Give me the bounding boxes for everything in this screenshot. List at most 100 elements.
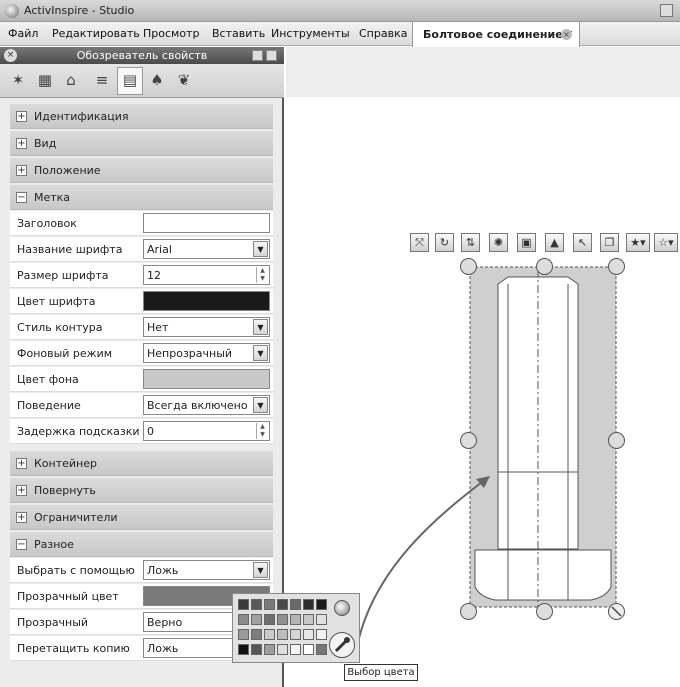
dropdown-arrow-icon[interactable]: ▼: [253, 319, 268, 335]
color-swatch[interactable]: [290, 614, 301, 625]
resize-handle-top[interactable]: [536, 258, 553, 275]
dropdown-arrow-icon[interactable]: ▼: [253, 345, 268, 361]
font-name-select[interactable]: Arial ▼: [143, 239, 270, 259]
color-swatch[interactable]: [303, 614, 314, 625]
color-swatch[interactable]: [303, 599, 314, 610]
behavior-select[interactable]: Всегда включено ▼: [143, 395, 270, 415]
color-swatch[interactable]: [290, 599, 301, 610]
font-color-swatch[interactable]: [143, 291, 270, 311]
panel-dock-icon[interactable]: [266, 50, 277, 61]
color-swatch[interactable]: [238, 644, 249, 655]
font-size-stepper[interactable]: 12 ▲ ▼: [143, 265, 270, 285]
prop-label: Задержка подсказки (мс: [17, 425, 143, 438]
category-label: Идентификация: [34, 110, 129, 123]
notes-icon[interactable]: ≡: [93, 71, 111, 89]
close-window-icon[interactable]: [660, 4, 673, 17]
expand-icon[interactable]: +: [16, 111, 27, 122]
prop-background-color: Цвет фона: [10, 367, 273, 392]
category-container[interactable]: + Контейнер: [10, 451, 273, 476]
category-identification[interactable]: + Идентификация: [10, 104, 273, 129]
resize-handle-right[interactable]: [608, 432, 625, 449]
outline-style-select[interactable]: Нет ▼: [143, 317, 270, 337]
resize-handle-bottom-left[interactable]: [460, 603, 477, 620]
color-swatch[interactable]: [251, 599, 262, 610]
menu-tools[interactable]: Инструменты: [271, 27, 350, 40]
color-swatch[interactable]: [277, 599, 288, 610]
properties-icon[interactable]: ▤: [121, 71, 139, 89]
menu-file[interactable]: Файл: [8, 27, 38, 40]
menu-edit[interactable]: Редактировать: [52, 27, 140, 40]
brush-icon[interactable]: ❦: [175, 71, 193, 89]
resize-handle-left[interactable]: [460, 432, 477, 449]
dropdown-arrow-icon[interactable]: ▼: [253, 562, 268, 578]
color-swatch[interactable]: [238, 629, 249, 640]
color-swatch[interactable]: [277, 629, 288, 640]
expand-icon[interactable]: +: [16, 458, 27, 469]
color-swatch[interactable]: [303, 644, 314, 655]
panel-pin-icon[interactable]: [252, 50, 263, 61]
dropdown-arrow-icon[interactable]: ▼: [253, 397, 268, 413]
category-misc[interactable]: − Разное: [10, 532, 273, 557]
color-swatch[interactable]: [251, 614, 262, 625]
category-label-section[interactable]: − Метка: [10, 185, 273, 210]
color-swatch[interactable]: [251, 629, 262, 640]
resize-handle-bottom[interactable]: [536, 603, 553, 620]
browser-icon[interactable]: ⌂: [62, 71, 80, 89]
background-color-swatch[interactable]: [143, 369, 270, 389]
category-rotate[interactable]: + Повернуть: [10, 478, 273, 503]
expand-icon[interactable]: +: [16, 165, 27, 176]
expand-icon[interactable]: +: [16, 512, 27, 523]
resize-handle-top-left[interactable]: [460, 258, 477, 275]
color-swatch[interactable]: [290, 644, 301, 655]
color-swatch[interactable]: [251, 644, 262, 655]
color-swatch[interactable]: [303, 629, 314, 640]
color-picker-tooltip: Выбор цвета: [344, 664, 418, 681]
color-swatch[interactable]: [316, 629, 327, 640]
prop-label: Прозрачный цвет: [17, 590, 119, 603]
category-restrictors[interactable]: + Ограничители: [10, 505, 273, 530]
expand-icon[interactable]: +: [16, 138, 27, 149]
pin-icon[interactable]: ♠: [148, 71, 166, 89]
menu-help[interactable]: Справка: [359, 27, 407, 40]
color-swatch[interactable]: [277, 644, 288, 655]
tab-close-icon[interactable]: ×: [561, 29, 572, 40]
tooltip-delay-stepper[interactable]: 0 ▲ ▼: [143, 421, 270, 441]
panel-header: × Обозреватель свойств: [0, 47, 284, 64]
dropdown-arrow-icon[interactable]: ▼: [253, 241, 268, 257]
color-swatch[interactable]: [316, 644, 327, 655]
color-swatch[interactable]: [316, 614, 327, 625]
document-tab[interactable]: Болтовое соединение * ×: [412, 21, 580, 47]
eyedropper-icon: [334, 637, 350, 653]
spin-arrows-icon[interactable]: ▲ ▼: [256, 423, 268, 439]
menu-view[interactable]: Просмотр: [143, 27, 199, 40]
color-swatch[interactable]: [316, 599, 327, 610]
rotate-handle-bottom-right[interactable]: [608, 603, 625, 620]
collapse-icon[interactable]: −: [16, 539, 27, 550]
resize-handle-top-right[interactable]: [608, 258, 625, 275]
expand-icon[interactable]: +: [16, 485, 27, 496]
color-swatch[interactable]: [277, 614, 288, 625]
background-mode-select[interactable]: Непрозрачный ▼: [143, 343, 270, 363]
actions-icon[interactable]: ✶: [9, 71, 27, 89]
color-swatch[interactable]: [238, 614, 249, 625]
prop-label: Размер шрифта: [17, 269, 109, 282]
menu-insert[interactable]: Вставить: [212, 27, 265, 40]
prop-background-mode: Фоновый режим Непрозрачный ▼: [10, 341, 273, 366]
caption-input[interactable]: [143, 213, 270, 233]
category-view[interactable]: + Вид: [10, 131, 273, 156]
color-swatch[interactable]: [264, 614, 275, 625]
eyedropper-button[interactable]: [329, 632, 355, 658]
spin-arrows-icon[interactable]: ▲ ▼: [256, 267, 268, 283]
color-swatch[interactable]: [290, 629, 301, 640]
category-label: Ограничители: [34, 511, 118, 524]
color-swatch[interactable]: [264, 644, 275, 655]
color-swatch[interactable]: [264, 599, 275, 610]
select-with-select[interactable]: Ложь ▼: [143, 560, 270, 580]
color-swatch[interactable]: [264, 629, 275, 640]
title-bar: ActivInspire - Studio: [0, 0, 680, 22]
more-colors-icon[interactable]: [334, 600, 350, 616]
color-swatch[interactable]: [238, 599, 249, 610]
collapse-icon[interactable]: −: [16, 192, 27, 203]
film-icon[interactable]: ▦: [36, 71, 54, 89]
category-position[interactable]: + Положение: [10, 158, 273, 183]
